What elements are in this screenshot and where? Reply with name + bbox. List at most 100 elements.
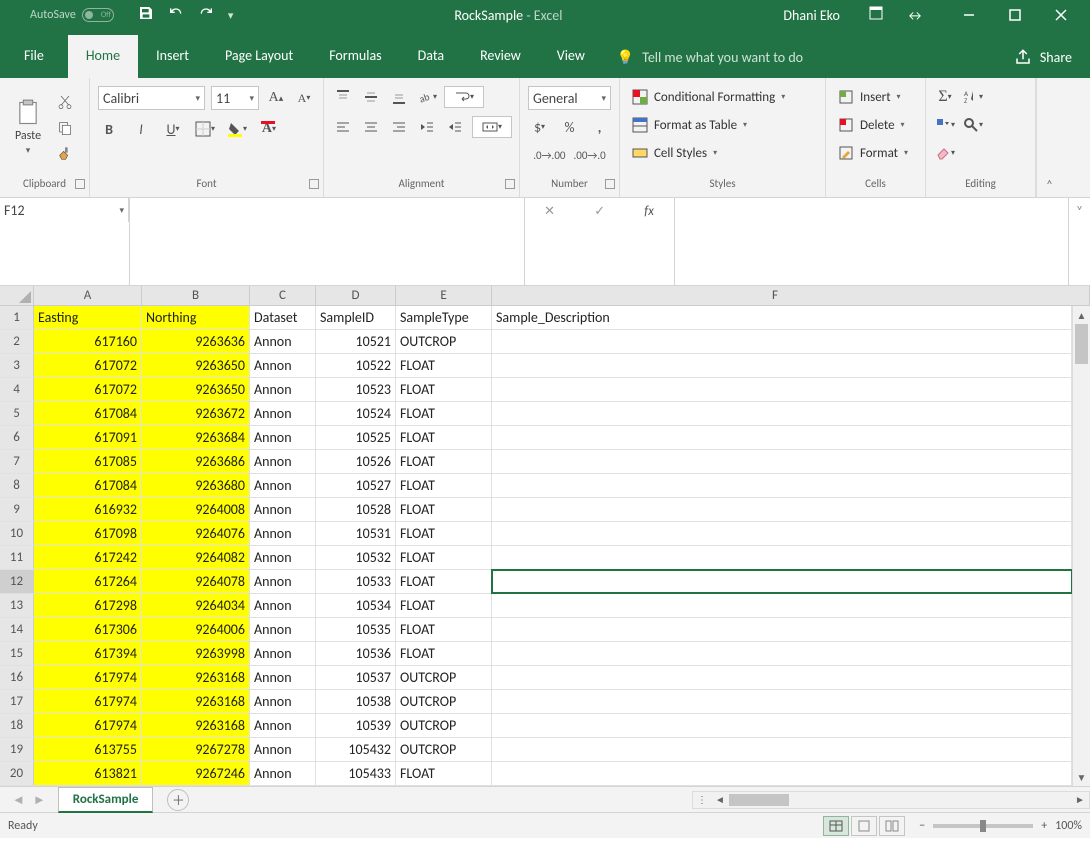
format-as-table-button[interactable]: Format as Table▾ (628, 114, 751, 136)
grid-cell[interactable]: Annon (250, 594, 316, 617)
grid-cell[interactable]: FLOAT (396, 474, 492, 497)
grid-cell[interactable]: 9263998 (142, 642, 250, 665)
italic-icon[interactable]: I (130, 118, 152, 140)
grid-cell[interactable]: Annon (250, 426, 316, 449)
sort-filter-icon[interactable]: AZ▾ (962, 86, 984, 108)
grid-cell[interactable]: 617974 (34, 666, 142, 689)
tab-page-layout[interactable]: Page Layout (207, 35, 311, 78)
decrease-decimal-icon[interactable]: .00→.0 (574, 144, 606, 166)
grid-cell[interactable]: 10535 (316, 618, 396, 641)
row-header[interactable]: 3 (0, 354, 34, 377)
find-select-icon[interactable]: ▾ (962, 114, 984, 136)
grid-cell[interactable]: 9263686 (142, 450, 250, 473)
grid-cell[interactable]: 617085 (34, 450, 142, 473)
row-header[interactable]: 20 (0, 762, 34, 785)
grid-cell[interactable]: 9264076 (142, 522, 250, 545)
percent-icon[interactable]: % (559, 116, 581, 138)
row-header[interactable]: 8 (0, 474, 34, 497)
sheet-nav-next-icon[interactable]: ► (33, 792, 46, 808)
grid-cell[interactable]: 9263650 (142, 354, 250, 377)
row-header[interactable]: 12 (0, 570, 34, 593)
grid-cell[interactable]: 617264 (34, 570, 142, 593)
grid-cell[interactable]: FLOAT (396, 642, 492, 665)
grid-cell[interactable]: 9264078 (142, 570, 250, 593)
grid-cell[interactable]: 9263168 (142, 666, 250, 689)
page-break-view-icon[interactable] (879, 816, 905, 836)
align-right-icon[interactable] (388, 116, 410, 138)
row-header[interactable]: 6 (0, 426, 34, 449)
col-header-E[interactable]: E (396, 286, 492, 305)
grid-cell[interactable]: 617242 (34, 546, 142, 569)
grid-cell[interactable]: 9264008 (142, 498, 250, 521)
tab-data[interactable]: Data (400, 35, 462, 78)
close-button[interactable] (1038, 0, 1084, 30)
row-header[interactable]: 16 (0, 666, 34, 689)
row-header[interactable]: 13 (0, 594, 34, 617)
grid-cell[interactable] (492, 690, 1072, 713)
col-header-F[interactable]: F (492, 286, 1090, 305)
header-cell[interactable]: Easting (34, 306, 142, 329)
zoom-out-icon[interactable]: − (919, 819, 925, 833)
save-icon[interactable] (138, 5, 154, 25)
grid-cell[interactable]: Annon (250, 474, 316, 497)
grid-cell[interactable]: 9264006 (142, 618, 250, 641)
account-name[interactable]: Dhani Eko (783, 7, 840, 24)
scroll-right-icon[interactable]: ► (1071, 793, 1089, 806)
grid-cell[interactable]: 9263680 (142, 474, 250, 497)
tab-insert[interactable]: Insert (138, 35, 207, 78)
font-name-combo[interactable]: Calibri▾ (98, 86, 205, 110)
scroll-thumb[interactable] (1075, 324, 1088, 364)
zoom-slider[interactable] (933, 824, 1033, 828)
grid-cell[interactable]: Annon (250, 354, 316, 377)
conditional-formatting-button[interactable]: Conditional Formatting▾ (628, 86, 789, 108)
grid-cell[interactable] (492, 714, 1072, 737)
scroll-left-icon[interactable]: ◄ (711, 793, 729, 806)
grid-cell[interactable]: FLOAT (396, 402, 492, 425)
grid-cell[interactable]: 10527 (316, 474, 396, 497)
collapse-ribbon-icon[interactable]: ˄ (1036, 78, 1062, 197)
grid-cell[interactable]: 10528 (316, 498, 396, 521)
scroll-split-icon[interactable]: ⋮ (693, 793, 711, 806)
tab-formulas[interactable]: Formulas (311, 35, 399, 78)
wrap-text-button[interactable]: ▾ (444, 86, 484, 108)
grid-cell[interactable]: 10531 (316, 522, 396, 545)
align-middle-icon[interactable] (360, 86, 382, 108)
grid-cell[interactable]: FLOAT (396, 762, 492, 785)
delete-cells-button[interactable]: Delete▾ (834, 114, 909, 136)
paste-button[interactable]: Paste ▾ (8, 99, 48, 156)
header-cell[interactable]: SampleType (396, 306, 492, 329)
grid-cell[interactable]: OUTCROP (396, 690, 492, 713)
new-sheet-button[interactable]: ＋ (167, 789, 189, 811)
grid-cell[interactable]: FLOAT (396, 378, 492, 401)
autosum-icon[interactable]: Σ▾ (934, 86, 956, 108)
grid-cell[interactable]: 9264034 (142, 594, 250, 617)
accounting-icon[interactable]: $▾ (529, 116, 551, 138)
format-cells-button[interactable]: Format▾ (834, 142, 912, 164)
grid-cell[interactable] (492, 546, 1072, 569)
grid-cell[interactable] (492, 474, 1072, 497)
row-header[interactable]: 10 (0, 522, 34, 545)
copy-icon[interactable] (54, 117, 76, 139)
grid-cell[interactable]: 9264082 (142, 546, 250, 569)
cut-icon[interactable] (54, 91, 76, 113)
row-header[interactable]: 15 (0, 642, 34, 665)
grid-cell[interactable]: 9267278 (142, 738, 250, 761)
grid-cell[interactable]: 613821 (34, 762, 142, 785)
grid-cell[interactable]: 616932 (34, 498, 142, 521)
grid-cell[interactable]: 617098 (34, 522, 142, 545)
grid-cell[interactable]: 617394 (34, 642, 142, 665)
grid-cell[interactable] (492, 330, 1072, 353)
hscroll-thumb[interactable] (729, 794, 789, 806)
comma-icon[interactable]: , (589, 116, 611, 138)
vertical-scrollbar[interactable]: ▲ ▼ (1072, 306, 1090, 786)
undo-icon[interactable] (168, 5, 184, 25)
grid-cell[interactable]: FLOAT (396, 546, 492, 569)
grid-cell[interactable]: Annon (250, 330, 316, 353)
grid-cell[interactable]: 9263168 (142, 690, 250, 713)
clear-icon[interactable]: ▾ (934, 142, 956, 164)
horizontal-scrollbar[interactable]: ⋮ ◄ ► (692, 791, 1090, 809)
grid-cell[interactable]: 10537 (316, 666, 396, 689)
grid-cell[interactable]: FLOAT (396, 498, 492, 521)
grid-cell[interactable]: 9263168 (142, 714, 250, 737)
col-header-A[interactable]: A (34, 286, 142, 305)
